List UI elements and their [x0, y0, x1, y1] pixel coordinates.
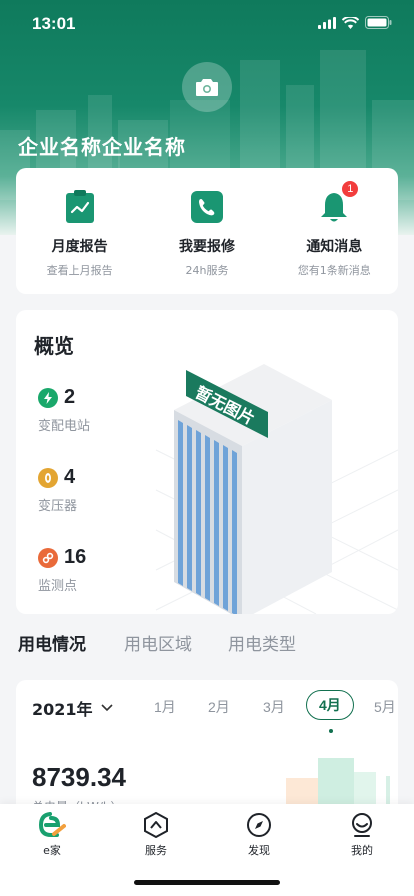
stat-value: 2	[64, 386, 76, 408]
report-icon	[63, 190, 97, 224]
selected-month-indicator	[329, 729, 333, 733]
bell-icon: 1	[317, 180, 360, 224]
quick-actions-card: 月度报告 查看上月报告 我要报修 24h服务 1 通知消息 您有1条新消息	[16, 168, 398, 294]
stat-value: 16	[64, 546, 87, 568]
lightning-icon	[38, 387, 58, 408]
usage-card: 2021年 1月 2月 3月 4月 5月 8739.34 总电量（kW/h）	[16, 680, 398, 820]
usage-tabs: 用电情况 用电区域 用电类型	[0, 630, 414, 660]
quick-action-title: 我要报修	[178, 239, 235, 255]
quick-action-title: 通知消息	[306, 239, 363, 255]
quick-action-subtitle: 您有1条新消息	[297, 264, 371, 277]
usage-value: 8739.34	[32, 762, 126, 792]
chevron-down-icon	[100, 704, 113, 712]
stat-monitoring-point[interactable]: 16 监测点	[38, 546, 86, 594]
building-placeholder-illustration: 暂无图片	[174, 364, 332, 614]
quick-action-subtitle: 24h服务	[185, 264, 229, 277]
home-indicator	[134, 880, 280, 885]
quick-action-subtitle: 查看上月报告	[46, 264, 113, 277]
quick-action-title: 月度报告	[51, 239, 108, 255]
eye-icon	[38, 467, 58, 488]
tab-usage-area[interactable]: 用电区域	[124, 630, 192, 655]
camera-button[interactable]	[182, 62, 232, 112]
tabbar-label: 我的	[351, 844, 373, 857]
month-option-selected[interactable]: 4月	[306, 690, 354, 720]
status-time: 13:01	[32, 14, 76, 33]
signal-icon	[318, 16, 336, 29]
year-label: 2021年	[32, 700, 93, 719]
quick-action-monthly-report[interactable]: 月度报告 查看上月报告	[16, 168, 143, 294]
month-option[interactable]: 5月	[374, 697, 396, 717]
month-option[interactable]: 1月	[154, 697, 176, 717]
tabbar-label: 发现	[248, 844, 270, 857]
service-icon	[144, 812, 168, 838]
tabbar-label: e家	[43, 844, 61, 857]
camera-icon	[196, 79, 218, 96]
status-bar: 13:01	[0, 0, 414, 48]
stat-substation[interactable]: 2 变配电站	[38, 386, 90, 434]
tab-usage-type[interactable]: 用电类型	[228, 630, 296, 655]
overview-title: 概览	[34, 334, 74, 358]
stat-transformer[interactable]: 4 变压器	[38, 466, 77, 514]
wifi-icon	[342, 16, 359, 29]
quick-action-repair[interactable]: 我要报修 24h服务	[143, 168, 270, 294]
month-option[interactable]: 3月	[263, 697, 285, 717]
overview-card: 概览 2 变配电站 4 变压器 16 监测点 暂无图片	[16, 310, 398, 614]
stat-label: 变压器	[38, 499, 78, 514]
month-option[interactable]: 2月	[208, 697, 230, 717]
tabbar-label: 服务	[145, 844, 167, 857]
tabbar-item-discover[interactable]: 发现	[229, 812, 289, 858]
stat-label: 变配电站	[38, 419, 91, 434]
tabbar-item-profile[interactable]: 我的	[332, 812, 392, 858]
tabbar-item-service[interactable]: 服务	[126, 812, 186, 858]
phone-icon	[190, 190, 224, 224]
profile-icon	[352, 813, 372, 837]
link-icon	[38, 547, 58, 568]
year-select[interactable]: 2021年	[32, 696, 113, 720]
notification-badge: 1	[341, 180, 360, 198]
home-icon	[38, 812, 66, 837]
company-name: 企业名称企业名称	[18, 135, 186, 159]
tabbar-item-home[interactable]: e家	[22, 812, 82, 858]
battery-icon	[365, 16, 392, 29]
stat-value: 4	[64, 466, 76, 488]
compass-icon	[247, 813, 271, 837]
quick-action-notifications[interactable]: 1 通知消息 您有1条新消息	[271, 168, 398, 294]
tab-usage-status[interactable]: 用电情况	[18, 630, 86, 655]
status-icons	[318, 16, 392, 29]
stat-label: 监测点	[38, 579, 78, 594]
